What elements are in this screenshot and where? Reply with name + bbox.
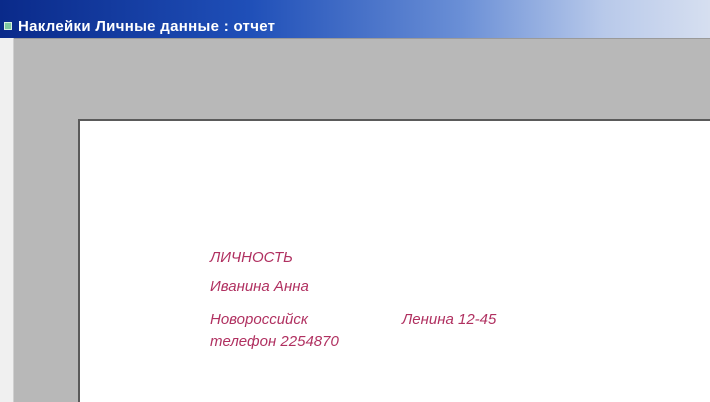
- report-page[interactable]: ЛИЧНОСТЬ Иванина Анна Новороссийск Ленин…: [78, 119, 710, 402]
- window-title: Наклейки Личные данные : отчет: [18, 18, 276, 35]
- label-address: Ленина 12-45: [402, 311, 497, 328]
- report-window: Наклейки Личные данные : отчет ЛИЧНОСТЬ …: [0, 0, 710, 402]
- label-heading: ЛИЧНОСТЬ: [210, 249, 293, 266]
- access-report-icon[interactable]: [4, 22, 12, 30]
- title-bar[interactable]: Наклейки Личные данные : отчет: [0, 0, 710, 38]
- window-frame-left: [0, 38, 14, 402]
- label-phone: телефон 2254870: [210, 333, 339, 350]
- label-name: Иванина Анна: [210, 278, 309, 295]
- label-city: Новороссийск: [210, 311, 308, 328]
- print-preview-area[interactable]: ЛИЧНОСТЬ Иванина Анна Новороссийск Ленин…: [14, 38, 710, 402]
